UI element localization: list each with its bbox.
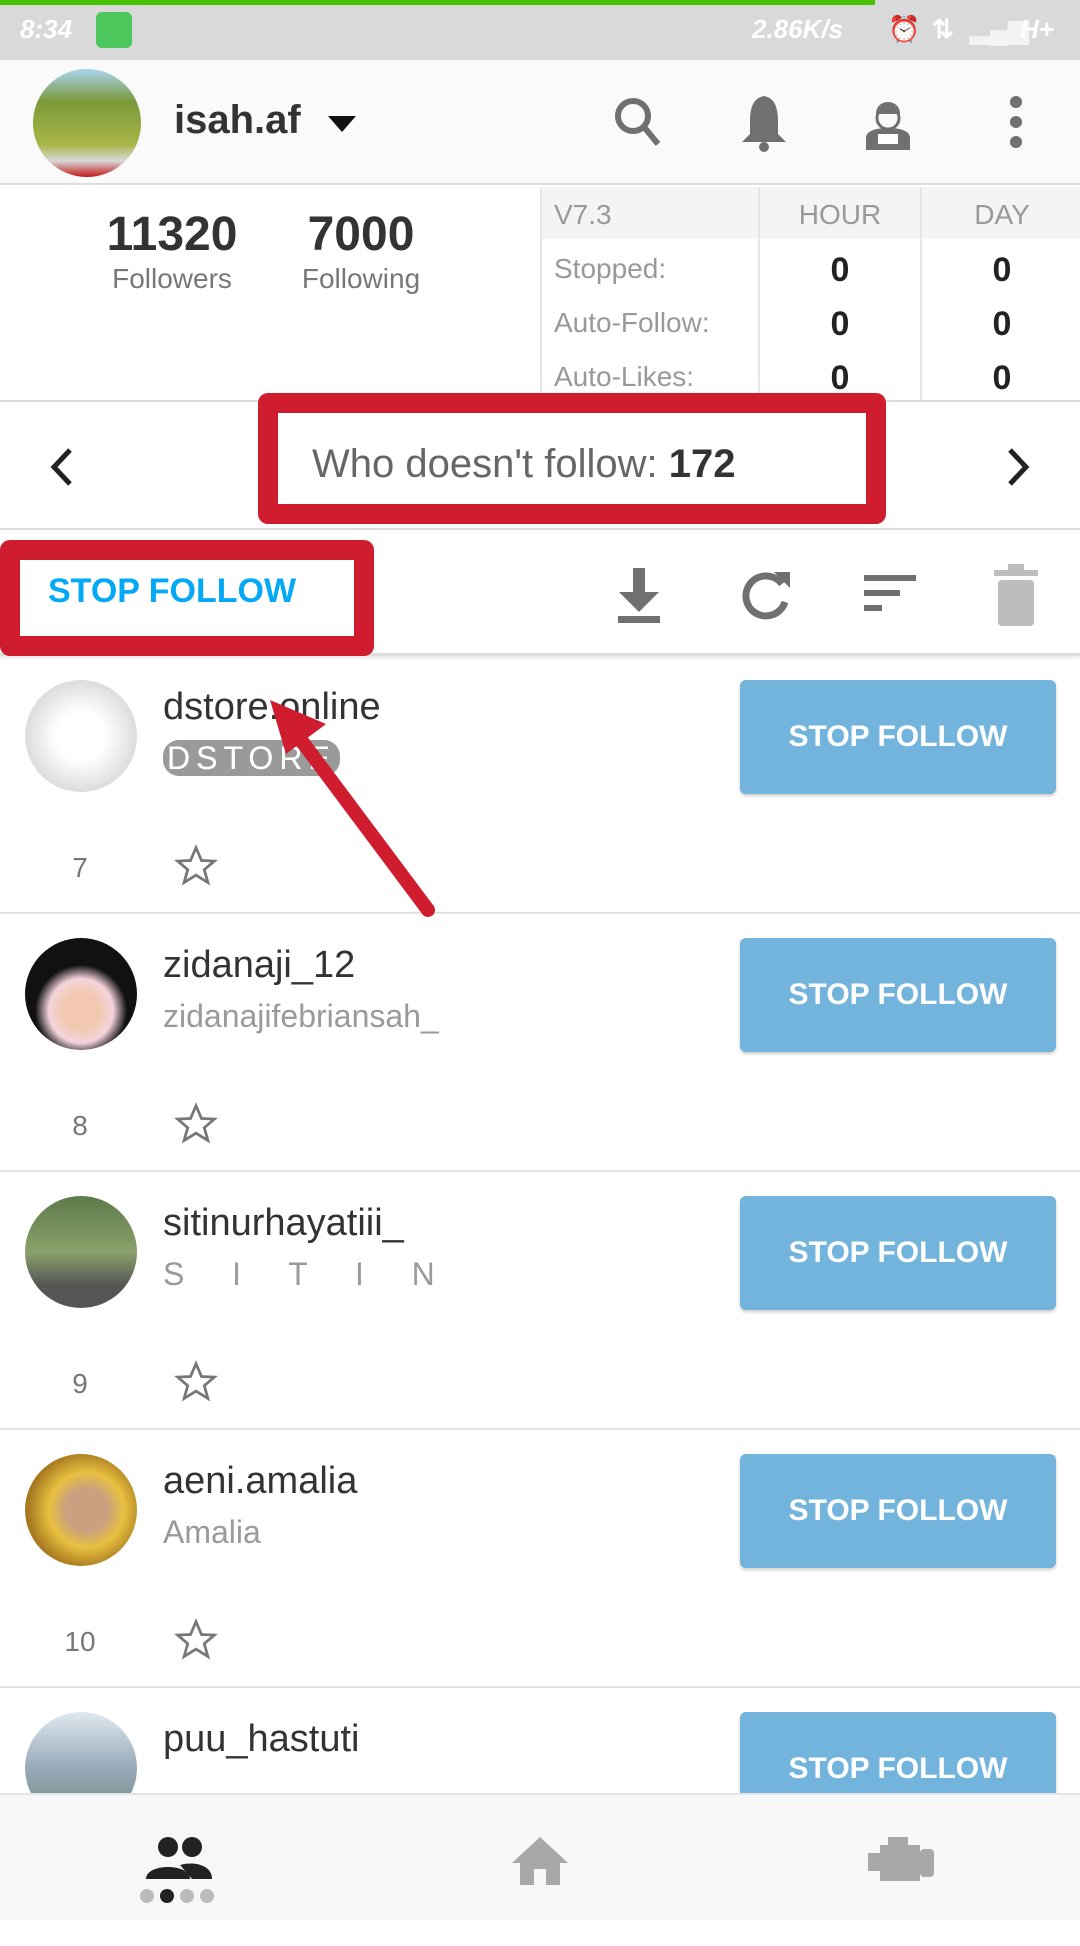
list-item: zidanaji_12 zidanajifebriansah_ STOP FOL… xyxy=(0,914,1080,1172)
version-label: V7.3 xyxy=(554,199,612,230)
row-label: Stopped: xyxy=(554,253,667,284)
day-header: DAY xyxy=(974,199,1030,230)
day-value: 0 xyxy=(992,359,1012,397)
net-speed: 2.86K/s xyxy=(752,14,844,44)
data-arrows-icon: ⇅ xyxy=(932,14,954,44)
user-name[interactable]: puu_hastuti xyxy=(163,1718,360,1761)
day-value: 0 xyxy=(992,251,1012,289)
user-fullname: Amalia xyxy=(163,1514,261,1550)
list-item: dstore.online DSTORE STOP FOLLOW 7 xyxy=(0,656,1080,914)
item-index: 10 xyxy=(64,1626,96,1657)
stats-panel: 11320 Followers 7000 Following V7.3 HOUR… xyxy=(0,187,1080,402)
star-icon[interactable] xyxy=(174,1618,218,1662)
delete-icon[interactable] xyxy=(992,564,1040,628)
user-avatar[interactable] xyxy=(25,938,137,1050)
username[interactable]: isah.af xyxy=(174,98,301,143)
download-icon[interactable] xyxy=(612,566,666,626)
user-fullname: S I T I N xyxy=(163,1256,445,1292)
stop-follow-button[interactable]: STOP FOLLOW xyxy=(740,938,1056,1052)
annotation-highlight-box xyxy=(0,540,374,656)
notification-bell-icon[interactable] xyxy=(734,92,794,152)
followers-label: Followers xyxy=(112,263,232,294)
star-icon[interactable] xyxy=(174,1102,218,1146)
user-fullname: zidanajifebriansah_ xyxy=(163,998,439,1034)
annotation-highlight-box xyxy=(258,393,886,524)
followers-count: 11320 xyxy=(106,208,238,261)
item-index: 8 xyxy=(72,1110,88,1141)
row-label: Auto-Follow: xyxy=(554,307,710,338)
account-dropdown-icon[interactable] xyxy=(328,116,356,132)
chevron-right-icon[interactable] xyxy=(1000,442,1036,492)
star-icon[interactable] xyxy=(174,1360,218,1404)
search-icon[interactable] xyxy=(608,92,668,152)
user-avatar[interactable] xyxy=(25,1196,137,1308)
whatsapp-icon xyxy=(96,12,132,48)
following-label: Following xyxy=(301,263,421,294)
alarm-icon: ⏰ xyxy=(888,14,921,44)
people-tab-icon[interactable] xyxy=(144,1835,214,1881)
profile-avatar[interactable] xyxy=(33,69,141,177)
star-icon[interactable] xyxy=(174,844,218,888)
user-avatar[interactable] xyxy=(25,1454,137,1566)
refresh-icon[interactable] xyxy=(738,566,794,626)
following-count: 7000 xyxy=(307,208,415,261)
home-tab-icon[interactable] xyxy=(510,1835,570,1887)
network-type: H+ xyxy=(1020,14,1054,44)
app-header: isah.af xyxy=(0,60,1080,185)
hour-value: 0 xyxy=(830,251,850,289)
status-time: 8:34 xyxy=(20,14,73,44)
list-item: aeni.amalia Amalia STOP FOLLOW 10 xyxy=(0,1430,1080,1688)
status-bar: 8:34 2.86K/s ⏰ ⇅ ▂▄▆ H+ xyxy=(0,0,1080,60)
engine-tab-icon[interactable] xyxy=(864,1835,936,1887)
item-index: 7 xyxy=(72,852,88,883)
sort-icon[interactable] xyxy=(862,570,918,620)
list-item: sitinurhayatiii_ S I T I N STOP FOLLOW 9 xyxy=(0,1172,1080,1430)
hour-header: HOUR xyxy=(798,199,882,230)
user-name[interactable]: sitinurhayatiii_ xyxy=(163,1202,404,1245)
chevron-left-icon[interactable] xyxy=(44,442,80,492)
user-fullname: DSTORE xyxy=(163,740,340,777)
stop-follow-button[interactable]: STOP FOLLOW xyxy=(740,1454,1056,1568)
user-avatar[interactable] xyxy=(25,680,137,792)
item-index: 9 xyxy=(72,1368,88,1399)
stop-follow-button[interactable]: STOP FOLLOW xyxy=(740,1196,1056,1310)
more-options-icon[interactable] xyxy=(986,92,1046,152)
user-name[interactable]: zidanaji_12 xyxy=(163,944,355,987)
user-name[interactable]: dstore.online xyxy=(163,686,381,729)
hour-value: 0 xyxy=(830,305,850,343)
activity-table: V7.3 HOUR DAY Stopped: 0 0 Auto-Follow: … xyxy=(540,187,1080,400)
bottom-navigation xyxy=(0,1793,1080,1920)
day-value: 0 xyxy=(992,305,1012,343)
user-name[interactable]: aeni.amalia xyxy=(163,1460,357,1503)
row-label: Auto-Likes: xyxy=(554,361,695,392)
page-indicator xyxy=(140,1889,214,1903)
load-progress xyxy=(0,0,875,5)
worker-profile-icon[interactable] xyxy=(858,92,918,152)
stop-follow-button[interactable]: STOP FOLLOW xyxy=(740,680,1056,794)
